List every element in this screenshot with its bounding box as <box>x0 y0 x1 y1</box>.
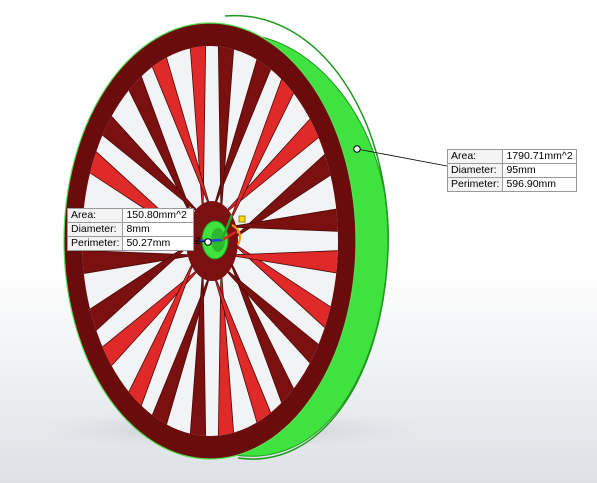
callout-label: Area: <box>446 149 504 164</box>
callout-row-diameter: Diameter: 95mm <box>446 163 577 178</box>
callout-label: Diameter: <box>446 163 504 178</box>
callout-row-perimeter: Perimeter: 596.90mm <box>446 177 577 192</box>
callout-label: Diameter: <box>66 222 124 237</box>
callout-row-area: Area: 150.80mm^2 <box>66 208 195 223</box>
callout-row-area: Area: 1790.71mm^2 <box>446 149 577 164</box>
measure-callout-rim[interactable]: Area: 1790.71mm^2 Diameter: 95mm Perimet… <box>446 149 577 192</box>
selection-point-icon[interactable] <box>353 145 361 153</box>
callout-value: 1790.71mm^2 <box>502 149 577 164</box>
callout-label: Perimeter: <box>446 177 504 192</box>
selection-point-icon[interactable] <box>204 238 212 246</box>
callout-value: 150.80mm^2 <box>122 208 195 223</box>
measure-callout-hub[interactable]: Area: 150.80mm^2 Diameter: 8mm Perimeter… <box>66 208 195 251</box>
callout-value: 50.27mm <box>122 236 195 251</box>
callout-label: Area: <box>66 208 124 223</box>
callout-label: Perimeter: <box>66 236 124 251</box>
graphics-viewport[interactable]: Z Area: 150.80mm^2 Diameter: 8mm Perimet… <box>0 0 597 483</box>
callout-row-diameter: Diameter: 8mm <box>66 222 195 237</box>
callout-row-perimeter: Perimeter: 50.27mm <box>66 236 195 251</box>
callout-value: 95mm <box>502 163 577 178</box>
callout-value: 596.90mm <box>502 177 577 192</box>
callout-value: 8mm <box>122 222 195 237</box>
